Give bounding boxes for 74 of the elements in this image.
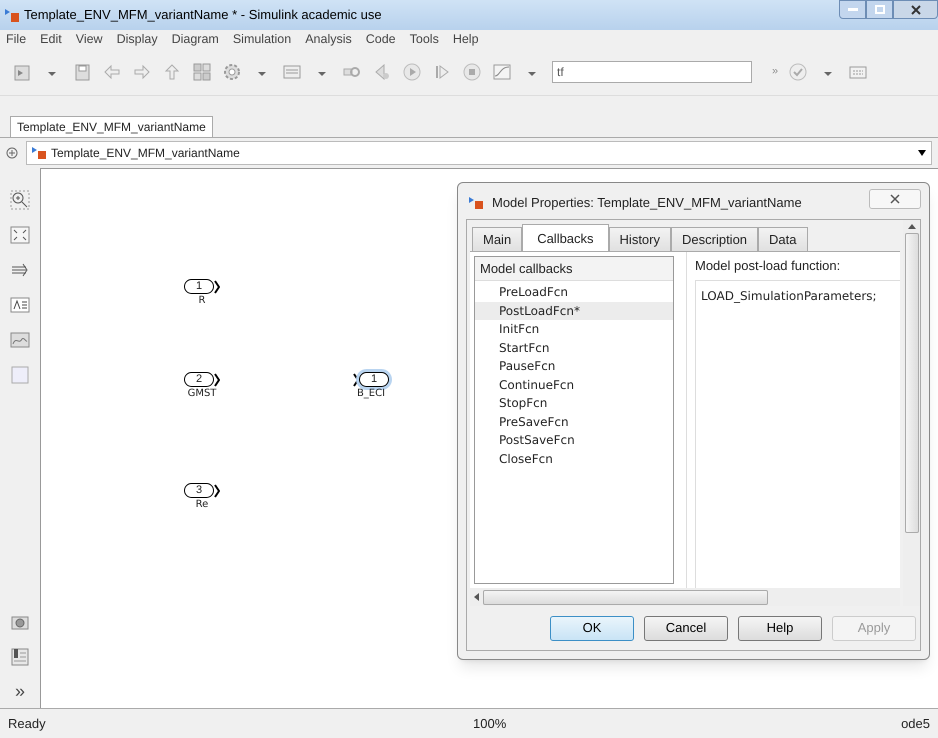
callback-item[interactable]: PreSaveFcn	[475, 412, 673, 431]
zoom-in-icon[interactable]	[10, 190, 30, 210]
annotation-icon[interactable]	[10, 295, 30, 315]
scope-icon[interactable]	[492, 62, 512, 82]
minimize-button[interactable]	[839, 0, 866, 19]
navigate-icon[interactable]	[6, 147, 18, 159]
scroll-up-icon[interactable]	[908, 224, 916, 229]
stop-icon[interactable]	[462, 62, 482, 82]
run-icon[interactable]	[402, 62, 422, 82]
scroll-left-icon[interactable]	[474, 593, 479, 601]
vertical-scrollbar[interactable]	[904, 233, 918, 533]
model-browser-icon[interactable]	[10, 647, 30, 667]
close-icon	[890, 194, 900, 204]
list-header: Model callbacks	[475, 257, 673, 281]
menu-item[interactable]: Display	[116, 30, 158, 48]
function-code: LOAD_SimulationParameters;	[701, 289, 877, 303]
close-icon	[910, 4, 920, 14]
breadcrumb-link[interactable]: Template_ENV_MFM_variantName	[51, 144, 240, 162]
block-label: GMST	[188, 389, 216, 399]
callback-item[interactable]: PostLoadFcn*	[475, 302, 673, 320]
dialog-title: Model Properties: Template_ENV_MFM_variantName	[492, 194, 802, 212]
close-button[interactable]	[869, 189, 921, 209]
window-title: Template_ENV_MFM_variantName * - Simulink academic use	[24, 6, 382, 24]
fit-to-view-icon[interactable]	[10, 225, 30, 245]
callback-item[interactable]: ContinueFcn	[475, 376, 673, 394]
image-icon[interactable]	[10, 330, 30, 350]
block-label: R	[198, 296, 206, 306]
zoom-level: 100%	[473, 714, 506, 733]
callback-item[interactable]: PostSaveFcn	[475, 431, 673, 450]
dialog-button[interactable]: Cancel	[644, 616, 728, 640]
minimize-icon	[848, 8, 858, 12]
dropdown-caret-icon[interactable]	[917, 149, 927, 157]
dialog-tab[interactable]: Callbacks	[522, 224, 609, 252]
maximize-icon	[874, 5, 884, 14]
block-label: B_ECI	[356, 389, 386, 399]
menu-item[interactable]: Diagram	[172, 30, 219, 48]
dialog-tab[interactable]: Main	[472, 227, 522, 251]
model-icon	[31, 146, 47, 160]
simulink-logo-icon	[4, 7, 20, 23]
block-label: Re	[196, 500, 208, 510]
dialog-button[interactable]: OK	[550, 616, 634, 640]
menu-item[interactable]: File	[6, 30, 26, 48]
menu-item[interactable]: Help	[452, 30, 479, 48]
up-icon[interactable]	[162, 62, 182, 82]
dialog-tab[interactable]: History	[608, 227, 671, 251]
model-tab[interactable]: Template_ENV_MFM_variantName	[10, 116, 213, 137]
dialog-button[interactable]: Help	[738, 616, 822, 640]
callback-item[interactable]: StopFcn	[475, 394, 673, 412]
dialog-tab[interactable]: Data	[758, 227, 808, 251]
menu-item[interactable]: View	[76, 30, 103, 48]
horizontal-scrollbar[interactable]	[483, 590, 768, 604]
callback-item[interactable]: PreLoadFcn	[475, 283, 673, 302]
menu-item[interactable]: Edit	[40, 30, 62, 48]
menu-item[interactable]: Code	[366, 30, 396, 48]
area-icon[interactable]	[10, 365, 30, 385]
callback-item[interactable]: PauseFcn	[475, 357, 673, 376]
model-icon	[468, 196, 484, 210]
library-icon[interactable]	[192, 62, 212, 82]
menu-item[interactable]: Tools	[410, 30, 439, 48]
stop-time-field[interactable]: tf	[552, 60, 752, 82]
function-label: Model post-load function:	[695, 257, 842, 275]
close-button[interactable]	[893, 0, 938, 19]
status-text: Ready	[8, 714, 47, 733]
solver-name: ode5	[901, 714, 930, 733]
callback-item[interactable]: InitFcn	[475, 320, 673, 338]
callback-item[interactable]: StartFcn	[475, 338, 673, 357]
maximize-button[interactable]	[866, 0, 893, 19]
dialog-tab[interactable]: Description	[671, 227, 758, 251]
callback-item[interactable]: CloseFcn	[475, 450, 673, 468]
update-icon[interactable]	[788, 62, 808, 82]
menu-item[interactable]: Analysis	[305, 30, 352, 48]
settings-icon[interactable]	[222, 62, 242, 82]
menu-item[interactable]: Simulation	[232, 30, 292, 48]
expand-button[interactable]: »	[14, 682, 25, 700]
